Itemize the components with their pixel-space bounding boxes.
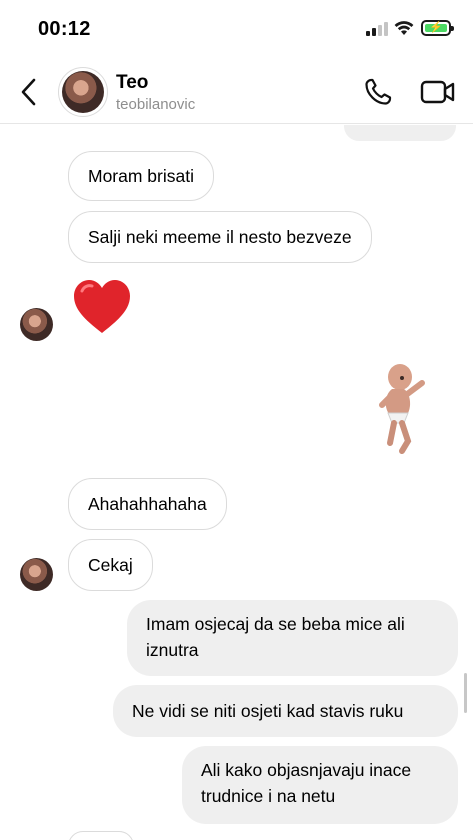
signal-icon [366, 22, 388, 36]
contact-name[interactable]: Teo [116, 72, 148, 94]
scroll-indicator[interactable] [464, 673, 467, 713]
contact-username[interactable]: teobilanovic [116, 96, 195, 113]
status-bar: 00:12 ⚡ [0, 0, 473, 60]
back-arrow-icon[interactable] [14, 76, 44, 108]
message-bubble-outgoing[interactable]: Ali kako objasnjavaju inace trudnice i n… [182, 746, 458, 824]
message-bubble-partial[interactable] [68, 831, 134, 840]
contact-avatar[interactable] [58, 67, 108, 117]
message-bubble-partial[interactable] [344, 125, 456, 141]
message-bubble-incoming[interactable]: Cekaj [68, 539, 153, 591]
message-bubble-incoming[interactable]: Salji neki meeme il nesto bezveze [68, 211, 372, 263]
contact-avatar-small[interactable] [20, 308, 53, 341]
video-call-icon[interactable] [420, 78, 456, 106]
battery-icon: ⚡ [421, 20, 454, 36]
status-time: 00:12 [38, 18, 91, 40]
chat-header: Teo teobilanovic [0, 60, 473, 124]
message-bubble-outgoing[interactable]: Imam osjecaj da se beba mice ali iznutra [127, 600, 458, 676]
heart-emoji-message[interactable] [70, 277, 134, 337]
message-thread[interactable]: Moram brisati Salji neki meeme il nesto … [0, 125, 473, 840]
phone-call-icon[interactable] [362, 76, 394, 108]
wifi-icon [394, 21, 414, 35]
dancing-baby-sticker[interactable] [372, 361, 430, 457]
message-bubble-incoming[interactable]: Moram brisati [68, 151, 214, 201]
message-bubble-incoming[interactable]: Ahahahhahaha [68, 478, 227, 530]
message-bubble-outgoing[interactable]: Ne vidi se niti osjeti kad stavis ruku [113, 685, 458, 737]
contact-avatar-small[interactable] [20, 558, 53, 591]
